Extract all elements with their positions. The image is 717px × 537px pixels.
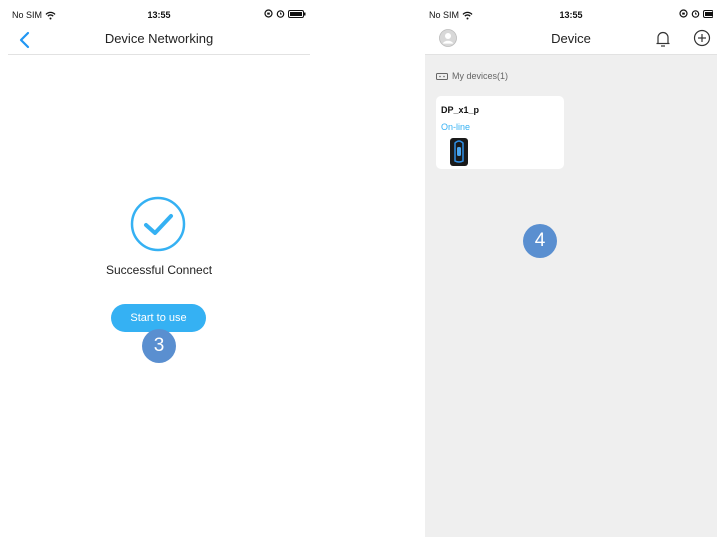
alarm-icon — [276, 10, 285, 18]
nav-bar: Device Networking — [8, 26, 310, 55]
section-label: My devices(1) — [452, 71, 509, 81]
step-marker-3: 3 — [142, 329, 176, 363]
device-list-icon — [436, 72, 448, 80]
start-to-use-button[interactable]: Start to use — [111, 304, 206, 332]
section-header: My devices(1) — [436, 71, 508, 81]
lock-rotation-icon — [264, 9, 273, 18]
device-thumbnail-icon — [450, 138, 468, 166]
page-title: Device Networking — [104, 31, 214, 46]
left-phone-screen: No SIM 13:55 Device Networking Successfu… — [8, 0, 310, 537]
device-card[interactable]: DP_x1_p On-line 4 — [436, 96, 564, 258]
check-circle-icon — [130, 196, 186, 252]
lock-rotation-icon — [679, 9, 688, 18]
alarm-icon — [691, 10, 700, 18]
device-name: DP_x1_p — [441, 105, 480, 115]
status-bar: No SIM 13:55 — [8, 0, 310, 26]
page-title: Device — [551, 31, 591, 46]
battery-icon — [288, 9, 306, 18]
success-message: Successful Connect — [105, 263, 213, 277]
device-status: On-line — [441, 122, 471, 132]
right-phone-screen: No SIM 13:55 Device My devices(1) DP_x1_… — [425, 0, 717, 537]
bell-icon[interactable] — [655, 30, 671, 48]
nav-bar: Device — [425, 26, 717, 55]
status-bar: No SIM 13:55 — [425, 0, 717, 26]
status-time: 13:55 — [559, 10, 583, 20]
battery-icon — [703, 9, 713, 18]
step-marker-4: 4 — [523, 224, 557, 258]
add-circle-icon[interactable] — [693, 29, 711, 47]
